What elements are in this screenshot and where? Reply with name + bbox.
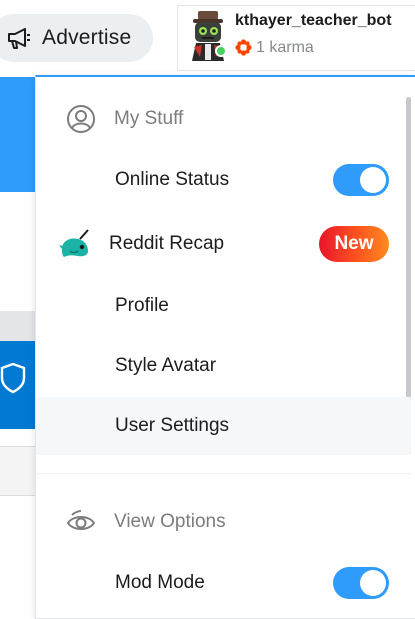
menu-item-label: User Settings [115, 415, 230, 436]
online-status-toggle[interactable] [333, 164, 389, 196]
section-view-options: View Options [66, 507, 226, 537]
menu-item-user-settings[interactable]: User Settings [36, 397, 411, 455]
user-menu-button[interactable]: kthayer_teacher_bot 1 karma [177, 5, 415, 71]
section-label: My Stuff [114, 108, 184, 129]
section-my-stuff: My Stuff [66, 104, 183, 134]
menu-item-label: Reddit Recap [109, 233, 225, 254]
menu-item-profile[interactable]: Profile [36, 277, 411, 335]
user-dropdown-menu: My Stuff Online Status Reddit Recap New … [35, 75, 415, 619]
menu-item-label: Profile [115, 295, 169, 316]
online-status-dot [215, 45, 227, 57]
toggle-knob [360, 570, 386, 596]
menu-item-online-status[interactable]: Online Status [36, 151, 411, 209]
menu-item-label: Mod Mode [115, 572, 205, 593]
menu-item-label: Style Avatar [115, 355, 217, 376]
advertise-button[interactable]: Advertise [0, 14, 153, 62]
background-banner [0, 77, 40, 192]
menu-item-style-avatar[interactable]: Style Avatar [36, 337, 411, 395]
menu-item-reddit-recap[interactable]: Reddit Recap New [36, 215, 411, 273]
menu-divider [36, 473, 411, 474]
snoo-narwhal-icon [59, 229, 89, 257]
new-badge: New [319, 226, 389, 262]
background-band [0, 447, 40, 495]
user-circle-icon [67, 105, 95, 133]
background-strip [0, 311, 40, 341]
karma-flower-icon [235, 39, 252, 56]
mod-mode-toggle[interactable] [333, 567, 389, 599]
eye-icon [66, 510, 96, 530]
megaphone-icon [8, 28, 30, 49]
background-divider [0, 495, 40, 496]
toggle-knob [360, 167, 386, 193]
advertise-label: Advertise [42, 26, 132, 49]
username: kthayer_teacher_bot [235, 12, 392, 29]
menu-item-mod-mode[interactable]: Mod Mode [36, 554, 411, 612]
menu-item-label: Online Status [115, 169, 230, 190]
section-label: View Options [114, 511, 226, 532]
karma-count: 1 karma [256, 39, 314, 56]
shield-icon [0, 362, 26, 394]
